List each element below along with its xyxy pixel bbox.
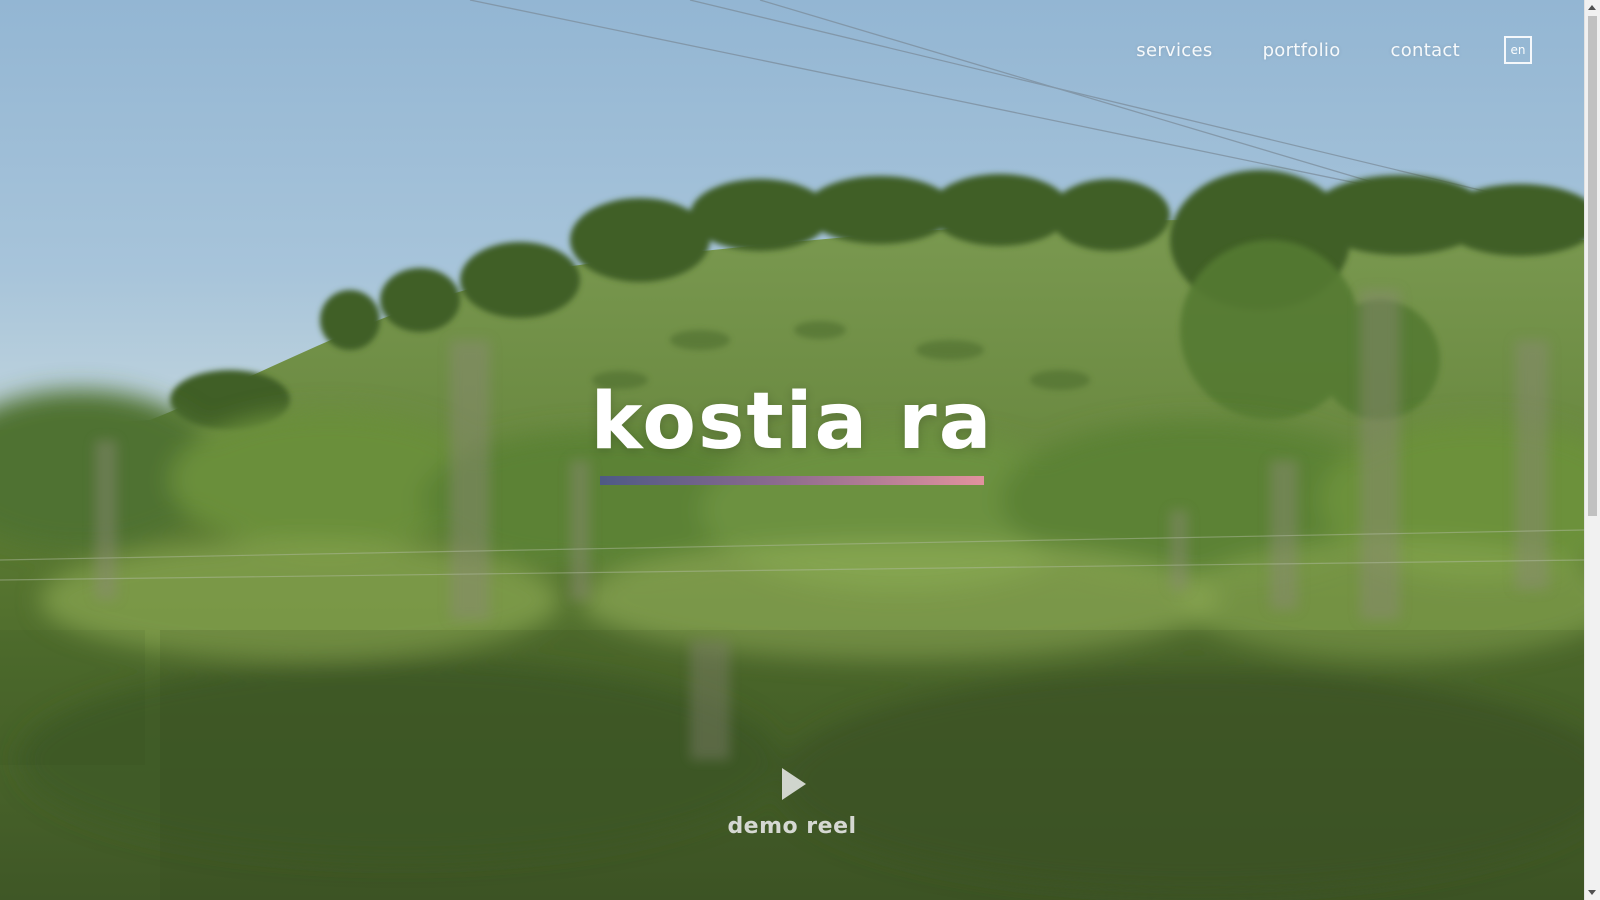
language-switch-button[interactable]: en	[1504, 36, 1532, 64]
scrollbar-thumb[interactable]	[1588, 16, 1597, 516]
main-nav: services portfolio contact en	[1086, 36, 1532, 64]
play-icon[interactable]	[782, 768, 806, 800]
nav-link-services[interactable]: services	[1136, 40, 1212, 61]
site-title: kostia ra	[590, 377, 994, 467]
page-scrollbar[interactable]	[1584, 0, 1600, 900]
demo-reel-label: demo reel	[727, 814, 857, 839]
scroll-down-arrow-icon[interactable]	[1588, 890, 1596, 895]
nav-link-portfolio[interactable]: portfolio	[1263, 40, 1341, 61]
demo-reel-button[interactable]: demo reel	[0, 768, 1584, 839]
page: services portfolio contact en kostia ra …	[0, 0, 1600, 900]
title-underline	[600, 475, 984, 485]
nav-link-contact[interactable]: contact	[1391, 40, 1460, 61]
hero: kostia ra	[0, 377, 1584, 485]
scroll-up-arrow-icon[interactable]	[1588, 5, 1596, 10]
